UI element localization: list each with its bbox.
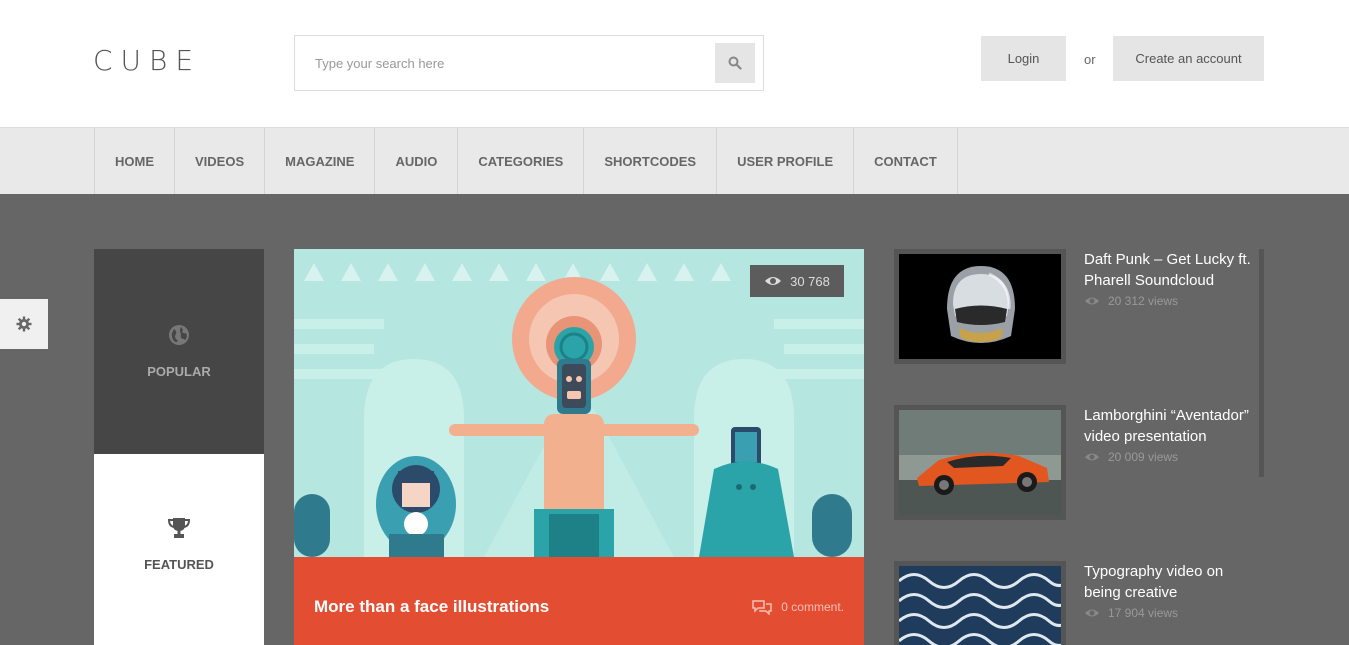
search-icon bbox=[728, 56, 742, 70]
nav-list: HOME VIDEOS MAGAZINE AUDIO CATEGORIES SH… bbox=[94, 128, 958, 194]
video-views: 17 904 views bbox=[1084, 606, 1178, 620]
login-button[interactable]: Login bbox=[981, 36, 1066, 81]
settings-button[interactable] bbox=[0, 299, 48, 349]
tab-popular-label: POPULAR bbox=[147, 364, 211, 379]
video-views: 20 312 views bbox=[1084, 294, 1178, 308]
video-title[interactable]: Lamborghini “Aventador” video presentati… bbox=[1084, 405, 1254, 447]
nav-item-shortcodes[interactable]: SHORTCODES bbox=[584, 128, 718, 194]
featured-post: 30 768 More than a face illustrations 0 … bbox=[294, 249, 864, 645]
featured-views-badge: 30 768 bbox=[750, 265, 844, 297]
video-thumbnail[interactable] bbox=[894, 249, 1066, 364]
featured-post-caption: More than a face illustrations 0 comment… bbox=[294, 557, 864, 645]
header: CUBE Login or Create an account bbox=[0, 0, 1349, 127]
globe-icon bbox=[169, 325, 189, 345]
video-thumbnail[interactable] bbox=[894, 561, 1066, 645]
video-views: 20 009 views bbox=[1084, 450, 1178, 464]
search-input[interactable] bbox=[295, 36, 705, 90]
featured-comments-count: 0 comment. bbox=[781, 600, 844, 614]
nav-item-home[interactable]: HOME bbox=[95, 128, 175, 194]
list-item: Lamborghini “Aventador” video presentati… bbox=[894, 405, 1249, 520]
main-nav: HOME VIDEOS MAGAZINE AUDIO CATEGORIES SH… bbox=[0, 127, 1349, 194]
create-account-button[interactable]: Create an account bbox=[1113, 36, 1264, 81]
featured-post-title[interactable]: More than a face illustrations bbox=[314, 597, 549, 617]
tab-featured-label: FEATURED bbox=[144, 557, 214, 572]
nav-item-user-profile[interactable]: USER PROFILE bbox=[717, 128, 855, 194]
video-thumbnail[interactable] bbox=[894, 405, 1066, 520]
eye-icon bbox=[1085, 453, 1099, 461]
lamborghini-thumbnail-image bbox=[899, 410, 1061, 515]
nav-item-categories[interactable]: CATEGORIES bbox=[458, 128, 585, 194]
tab-featured[interactable]: FEATURED bbox=[94, 454, 264, 645]
tab-popular[interactable]: POPULAR bbox=[94, 249, 264, 454]
video-title[interactable]: Typography video on being creative bbox=[1084, 561, 1254, 603]
eye-icon bbox=[1085, 297, 1099, 305]
gear-icon bbox=[16, 316, 32, 332]
featured-post-comments[interactable]: 0 comment. bbox=[751, 599, 844, 615]
side-list-scrollbar[interactable] bbox=[1259, 249, 1264, 477]
comment-icon bbox=[752, 600, 773, 615]
nav-item-audio[interactable]: AUDIO bbox=[375, 128, 459, 194]
nav-item-magazine[interactable]: MAGAZINE bbox=[265, 128, 376, 194]
side-video-list: Daft Punk – Get Lucky ft. Pharell Soundc… bbox=[894, 249, 1264, 645]
video-views-count: 17 904 views bbox=[1108, 606, 1179, 620]
or-separator: or bbox=[1084, 52, 1096, 67]
list-item: Daft Punk – Get Lucky ft. Pharell Soundc… bbox=[894, 249, 1251, 364]
nav-item-contact[interactable]: CONTACT bbox=[854, 128, 958, 194]
list-item: Typography video on being creative 17 90… bbox=[894, 561, 1244, 645]
trophy-icon bbox=[167, 518, 191, 538]
wave-pattern-thumbnail-image bbox=[899, 566, 1061, 645]
nav-item-videos[interactable]: VIDEOS bbox=[175, 128, 266, 194]
daft-punk-thumbnail-image bbox=[899, 254, 1061, 359]
video-title[interactable]: Daft Punk – Get Lucky ft. Pharell Soundc… bbox=[1084, 249, 1254, 291]
site-logo[interactable]: CUBE bbox=[93, 44, 201, 77]
eye-icon bbox=[765, 277, 782, 285]
main-content: POPULAR FEATURED 30 768 More than a face… bbox=[0, 194, 1349, 645]
search-button[interactable] bbox=[715, 43, 755, 83]
video-views-count: 20 312 views bbox=[1108, 294, 1179, 308]
search-box bbox=[294, 35, 764, 91]
featured-views-count: 30 768 bbox=[790, 273, 830, 289]
video-views-count: 20 009 views bbox=[1108, 450, 1179, 464]
eye-icon bbox=[1085, 609, 1099, 617]
featured-post-image[interactable]: 30 768 bbox=[294, 249, 864, 557]
